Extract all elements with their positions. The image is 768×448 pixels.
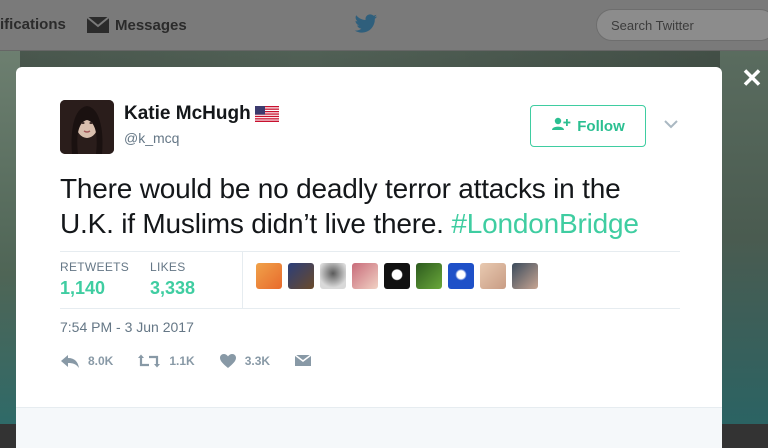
nav-messages[interactable]: Messages [86,16,187,34]
nav-notifications-label: ifications [0,16,66,33]
envelope-icon [86,16,110,34]
like-action[interactable]: 3.3K [219,353,270,369]
us-flag-icon [254,106,279,122]
reply-icon [60,353,80,369]
follow-button[interactable]: Follow [530,105,646,147]
direct-message-icon [294,353,312,369]
reply-area [16,407,722,448]
liker-avatar[interactable] [480,263,506,289]
twitter-bird-icon[interactable] [354,14,378,34]
follow-user-icon [551,117,571,135]
reply-action[interactable]: 8.0K [60,353,113,369]
background-right-edge [720,50,768,424]
avatar[interactable] [60,100,114,154]
liker-avatar[interactable] [384,263,410,289]
like-count: 3.3K [244,354,271,368]
heart-icon [219,353,237,369]
liker-avatar[interactable] [256,263,282,289]
display-name-text: Katie McHugh [124,103,251,124]
display-name[interactable]: Katie McHugh [124,103,279,125]
liker-avatar[interactable] [416,263,442,289]
retweet-icon [137,353,161,369]
search-input[interactable]: Search Twitter [596,9,768,41]
likes-value: 3,338 [150,278,196,298]
tweet-modal: Katie McHugh @k_mcq Follow There would b… [16,67,722,448]
nav-notifications[interactable]: ifications [0,16,66,33]
retweets-label: RETWEETS [60,260,130,274]
stats-divider [242,252,243,308]
likes-label: LIKES [150,260,186,274]
liker-avatar[interactable] [512,263,538,289]
top-navigation-bar: ifications Messages Search Twitter [0,0,768,51]
liker-avatar[interactable] [352,263,378,289]
liker-avatar[interactable] [448,263,474,289]
tweet-stats: RETWEETS 1,140 LIKES 3,338 [60,251,680,309]
direct-message-action[interactable] [294,353,312,369]
retweets-stat[interactable]: RETWEETS 1,140 [60,260,129,299]
retweets-value: 1,140 [60,278,106,298]
reply-count: 8.0K [88,354,114,368]
tweet-actions: 8.0K 1.1K 3.3K [60,353,336,369]
retweet-action[interactable]: 1.1K [137,353,195,369]
hashtag-link[interactable]: #LondonBridge [451,208,639,239]
follow-button-label: Follow [577,117,625,135]
search-placeholder: Search Twitter [611,17,694,33]
liker-avatar[interactable] [320,263,346,289]
liker-avatar[interactable] [288,263,314,289]
tweet-timestamp[interactable]: 7:54 PM - 3 Jun 2017 [60,319,194,335]
likes-stat[interactable]: LIKES 3,338 [150,260,195,299]
user-handle[interactable]: @k_mcq [124,130,179,146]
nav-messages-label: Messages [115,16,187,34]
chevron-down-icon[interactable] [662,115,680,133]
retweet-count: 1.1K [169,354,195,368]
liker-avatars [256,263,538,289]
close-icon[interactable]: ✕ [740,65,764,91]
tweet-text: There would be no deadly terror attacks … [60,171,680,241]
